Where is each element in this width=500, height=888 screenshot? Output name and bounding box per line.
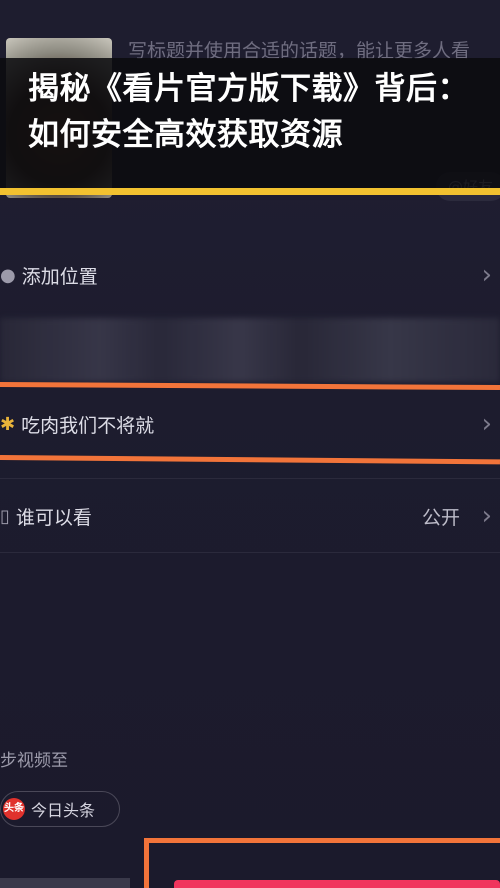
- blurred-location-suggestions: [0, 318, 500, 382]
- headline-text: 揭秘《看片官方版下载》背后：如何安全高效获取资源: [28, 71, 469, 153]
- toutiao-label: 今日头条: [31, 801, 96, 820]
- divider: [0, 552, 500, 553]
- location-pin-icon: ●: [0, 264, 16, 286]
- publish-screen: 写标题并使用合适的话题，能让更多人看 @好友 揭秘《看片官方版下载》背后：如何安…: [0, 0, 500, 888]
- publish-button[interactable]: [174, 880, 500, 888]
- visibility-value: 公开: [421, 506, 460, 529]
- chevron-right-icon: ›: [481, 409, 492, 439]
- banner-underline: [0, 188, 500, 195]
- chevron-right-icon: ›: [481, 501, 492, 531]
- highlight-frame-bottom: [0, 455, 500, 465]
- draft-button[interactable]: [0, 878, 130, 888]
- chevron-right-icon: ›: [481, 260, 492, 290]
- hotspot-topic-row[interactable]: ✱ 吃肉我们不将就 ›: [0, 395, 500, 453]
- toutiao-logo-icon: 头条: [3, 798, 25, 820]
- divider: [0, 478, 500, 479]
- hotspot-topic-label: 吃肉我们不将就: [21, 414, 155, 437]
- highlight-frame-top: [0, 382, 500, 391]
- sync-toutiao-toggle[interactable]: 头条 今日头条: [0, 791, 120, 827]
- hotspot-icon: ✱: [0, 413, 16, 435]
- sync-to-label: 步视频至: [0, 751, 68, 771]
- add-location-row[interactable]: ● 添加位置 ›: [0, 250, 500, 300]
- add-location-label: 添加位置: [21, 265, 98, 288]
- visibility-label: 谁可以看: [15, 506, 92, 529]
- visibility-row[interactable]: ▯ 谁可以看 公开 ›: [0, 490, 500, 542]
- lock-icon: ▯: [0, 505, 10, 527]
